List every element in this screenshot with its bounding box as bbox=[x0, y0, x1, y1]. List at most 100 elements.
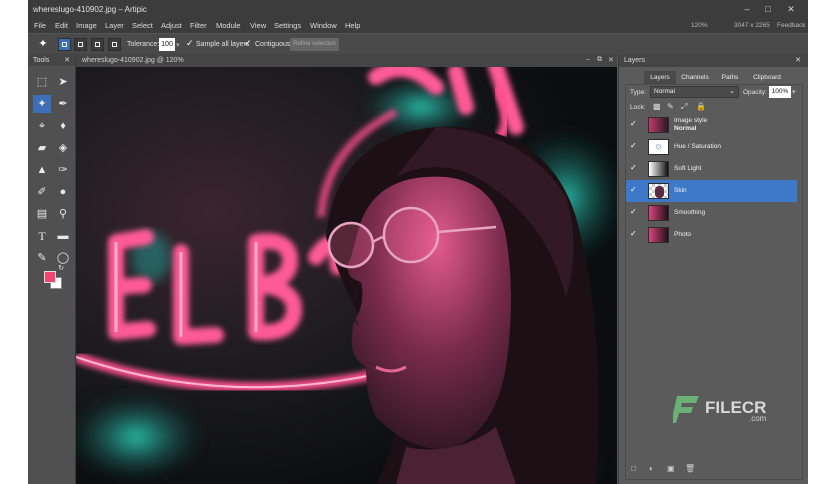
watermark-logo: FILECR .com bbox=[671, 392, 783, 430]
lock-all-icon[interactable]: 🔒 bbox=[696, 102, 706, 111]
lock-transparency-icon[interactable]: ▩ bbox=[653, 102, 661, 111]
layer-name: Photo bbox=[674, 231, 691, 238]
shape-icon[interactable]: ▬ bbox=[54, 227, 72, 245]
layers-panel-header: Layers ✕ bbox=[619, 54, 808, 67]
window-title: whereslugo-410902.jpg – Artipic bbox=[33, 5, 147, 14]
visibility-checkbox[interactable]: ✓ bbox=[630, 163, 637, 172]
layer-thumbnail bbox=[648, 161, 669, 177]
crop-icon[interactable]: ⌖ bbox=[33, 117, 51, 135]
brush-icon[interactable]: ✒ bbox=[54, 95, 72, 113]
menu-filter[interactable]: Filter bbox=[190, 21, 207, 30]
minimize-icon[interactable]: – bbox=[740, 3, 754, 15]
image-style-row[interactable]: ✓ Image style Normal bbox=[626, 114, 797, 136]
menu-window[interactable]: Window bbox=[310, 21, 337, 30]
opacity-label: Opacity: bbox=[743, 89, 767, 96]
stamp-icon[interactable]: ▲ bbox=[33, 161, 51, 179]
menu-layer[interactable]: Layer bbox=[105, 21, 124, 30]
close-icon[interactable]: ✕ bbox=[795, 56, 801, 64]
blend-mode-select[interactable]: Normal ⌄ bbox=[650, 86, 739, 98]
eyedropper-icon[interactable]: ✐ bbox=[33, 183, 51, 201]
layer-thumbnail bbox=[648, 205, 669, 221]
visibility-checkbox[interactable]: ✓ bbox=[630, 207, 637, 216]
heal-icon[interactable]: ✑ bbox=[54, 161, 72, 179]
zoom-level: 120% bbox=[691, 22, 708, 29]
menu-settings[interactable]: Settings bbox=[274, 21, 301, 30]
marquee-icon[interactable]: ⬚ bbox=[33, 73, 51, 91]
lock-paint-icon[interactable]: ✎ bbox=[667, 102, 674, 111]
foreground-color-swatch[interactable] bbox=[44, 271, 56, 283]
type-label: Type: bbox=[630, 89, 646, 96]
visibility-checkbox[interactable]: ✓ bbox=[630, 185, 637, 194]
layer-row[interactable]: ✓ Smoothing bbox=[626, 202, 797, 224]
new-selection-button[interactable] bbox=[58, 38, 71, 51]
menu-image[interactable]: Image bbox=[76, 21, 97, 30]
refine-selection-button[interactable]: Refine selection bbox=[290, 38, 339, 51]
feedback-link[interactable]: Feedback bbox=[777, 22, 806, 29]
add-selection-button[interactable] bbox=[74, 38, 87, 51]
visibility-checkbox[interactable]: ✓ bbox=[630, 141, 637, 150]
maximize-icon[interactable]: □ bbox=[761, 3, 775, 15]
adjustment-icon[interactable]: ◐ bbox=[649, 464, 654, 473]
app-window: whereslugo-410902.jpg – Artipic – □ ✕ Fi… bbox=[28, 0, 808, 484]
document-tab[interactable]: whereslugo-410902.jpg @ 120% – ⧉ ✕ bbox=[76, 54, 617, 67]
layer-name: Skin bbox=[674, 187, 687, 194]
pen-icon[interactable]: ✎ bbox=[33, 249, 51, 267]
layer-row[interactable]: ✓ ☼ Hue / Saturation bbox=[626, 136, 797, 158]
opacity-stepper-icon[interactable]: ▾ bbox=[792, 88, 796, 96]
move-icon[interactable]: ➤ bbox=[54, 73, 72, 91]
subtract-selection-button[interactable] bbox=[91, 38, 104, 51]
watermark-domain: .com bbox=[749, 414, 767, 423]
new-layer-icon[interactable]: ▣ bbox=[667, 464, 675, 473]
menu-select[interactable]: Select bbox=[132, 21, 153, 30]
menu-adjust[interactable]: Adjust bbox=[161, 21, 182, 30]
lock-position-icon[interactable]: ⤢ bbox=[681, 102, 687, 112]
layer-row-selected[interactable]: ✓ Skin bbox=[626, 180, 797, 202]
visibility-checkbox[interactable]: ✓ bbox=[630, 229, 637, 238]
menu-file[interactable]: File bbox=[34, 21, 46, 30]
swap-colors-icon[interactable]: ↻ bbox=[56, 264, 66, 274]
hue-saturation-icon: ☼ bbox=[648, 139, 669, 155]
menu-module[interactable]: Module bbox=[216, 21, 241, 30]
title-bar: whereslugo-410902.jpg – Artipic – □ ✕ bbox=[28, 0, 808, 19]
tab-paths[interactable]: Paths bbox=[714, 71, 746, 84]
tab-channels[interactable]: Channels bbox=[677, 71, 713, 84]
magic-wand-icon[interactable]: ✦ bbox=[33, 95, 51, 113]
chevron-down-icon: ⌄ bbox=[729, 88, 735, 95]
tolerance-input[interactable]: 100 bbox=[159, 38, 175, 51]
tab-layers[interactable]: Layers bbox=[644, 71, 676, 84]
layer-row[interactable]: ✓ Soft Light bbox=[626, 158, 797, 180]
tab-clipboard[interactable]: Clipboard bbox=[747, 71, 787, 84]
minimize-icon[interactable]: – bbox=[586, 56, 590, 63]
close-icon[interactable]: ✕ bbox=[608, 56, 614, 64]
menu-bar: File Edit Image Layer Select Adjust Filt… bbox=[28, 19, 808, 33]
image-dimensions: 3047 x 2265 bbox=[734, 22, 770, 29]
zoom-icon[interactable]: ⚲ bbox=[54, 205, 72, 223]
menu-view[interactable]: View bbox=[250, 21, 266, 30]
smudge-icon[interactable]: ● bbox=[54, 183, 72, 201]
close-icon[interactable]: ✕ bbox=[784, 3, 798, 15]
magic-wand-icon[interactable]: ✦ bbox=[34, 35, 52, 53]
tolerance-stepper-icon[interactable]: ▾ bbox=[176, 41, 180, 49]
text-icon[interactable]: T bbox=[33, 227, 51, 245]
drop-icon[interactable]: ♦ bbox=[54, 117, 72, 135]
image-canvas[interactable] bbox=[76, 67, 617, 484]
trash-icon[interactable]: 🗑 bbox=[685, 464, 695, 473]
close-icon[interactable]: ✕ bbox=[64, 56, 70, 64]
eraser-icon[interactable]: ▰ bbox=[33, 139, 51, 157]
tools-panel-title: Tools bbox=[33, 57, 50, 64]
contiguous-checkbox[interactable]: ✓ bbox=[244, 39, 253, 48]
sample-all-layers-checkbox[interactable]: ✓ bbox=[186, 39, 195, 48]
opacity-input[interactable]: 100% bbox=[769, 86, 791, 98]
sample-all-layers-label: Sample all layers bbox=[196, 41, 250, 48]
fill-icon[interactable]: ◈ bbox=[54, 139, 72, 157]
contiguous-label: Contiguous bbox=[255, 41, 291, 48]
menu-edit[interactable]: Edit bbox=[55, 21, 68, 30]
tools-panel: Tools ✕ ⬚ ➤ ✦ ✒ ⌖ ♦ ▰ ◈ ▲ ✑ ✐ ● ▤ ⚲ T ▬ … bbox=[28, 54, 76, 484]
layer-row[interactable]: ✓ Photo bbox=[626, 224, 797, 246]
intersect-selection-button[interactable] bbox=[108, 38, 121, 51]
visibility-checkbox[interactable]: ✓ bbox=[630, 119, 637, 128]
menu-help[interactable]: Help bbox=[345, 21, 360, 30]
new-group-icon[interactable]: □ bbox=[631, 464, 636, 473]
restore-icon[interactable]: ⧉ bbox=[597, 56, 602, 64]
gradient-icon[interactable]: ▤ bbox=[33, 205, 51, 223]
